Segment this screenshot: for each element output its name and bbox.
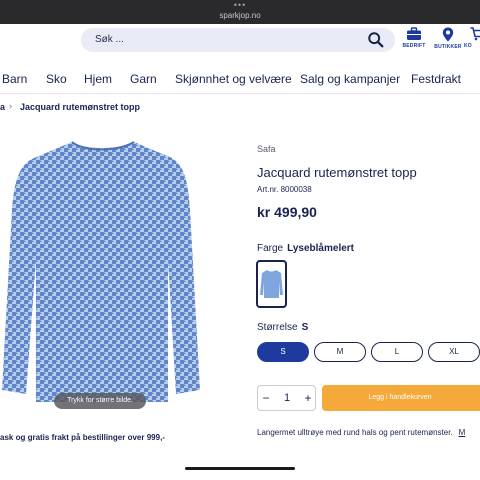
chevron-right-icon: › bbox=[9, 101, 12, 111]
breadcrumb-current: Jacquard rutemønstret topp bbox=[20, 102, 141, 112]
shipping-promo: ask og gratis frakt på bestillinger over… bbox=[0, 433, 165, 442]
header-cart-link[interactable]: KO bbox=[462, 27, 480, 49]
header-icon-label: KO bbox=[464, 43, 472, 49]
color-swatch-thumbnail bbox=[260, 270, 283, 298]
size-label: Størrelse S bbox=[257, 322, 308, 333]
header-icon-label: BUTIKKER bbox=[434, 44, 462, 50]
quantity-increase-button[interactable]: + bbox=[300, 386, 316, 410]
size-label-text: Størrelse bbox=[257, 322, 298, 333]
size-button-s[interactable]: S bbox=[257, 342, 309, 362]
nav-item-barn[interactable]: Barn bbox=[2, 72, 27, 86]
size-button-l[interactable]: L bbox=[371, 342, 423, 362]
product-brand[interactable]: Safa bbox=[257, 144, 276, 154]
nav-item-festdrakt[interactable]: Festdrakt bbox=[411, 72, 461, 86]
briefcase-icon bbox=[407, 27, 421, 40]
location-pin-icon bbox=[442, 27, 454, 42]
add-to-cart-button[interactable]: Legg i handlekurven bbox=[322, 385, 480, 411]
product-title: Jacquard rutemønstret topp bbox=[257, 165, 417, 180]
header-business-link[interactable]: BEDRIFT bbox=[397, 27, 431, 49]
browser-menu-dots[interactable]: ••• bbox=[0, 1, 480, 10]
breadcrumb-parent-link[interactable]: a bbox=[0, 102, 5, 112]
header-stores-link[interactable]: BUTIKKER bbox=[431, 27, 465, 50]
product-art-number: Art.nr. 8000038 bbox=[257, 185, 312, 194]
color-label: Farge Lyseblåmelert bbox=[257, 243, 354, 254]
product-description: Langermet ulltrøye med rund hals og pent… bbox=[257, 428, 465, 437]
product-description-text: Langermet ulltrøye med rund hals og pent… bbox=[257, 428, 453, 437]
search-bar[interactable]: Søk ... bbox=[81, 28, 395, 52]
search-input[interactable]: Søk ... bbox=[95, 34, 124, 45]
quantity-input[interactable]: 1 bbox=[274, 386, 300, 410]
bottom-area bbox=[0, 460, 480, 480]
nav-item-skjonnhet[interactable]: Skjønnhet og velvære bbox=[175, 72, 292, 86]
nav-item-sko[interactable]: Sko bbox=[46, 72, 67, 86]
nav-item-garn[interactable]: Garn bbox=[130, 72, 157, 86]
size-button-xl[interactable]: XL bbox=[428, 342, 480, 362]
size-button-m[interactable]: M bbox=[314, 342, 366, 362]
header-icon-label: BEDRIFT bbox=[402, 43, 426, 49]
search-icon[interactable] bbox=[367, 31, 385, 49]
enlarge-image-tooltip[interactable]: Trykk for større bilde. bbox=[54, 393, 146, 409]
cart-icon bbox=[470, 27, 480, 41]
browser-url[interactable]: sparkjop.no bbox=[0, 11, 480, 20]
browser-top-bar: ••• sparkjop.no bbox=[0, 0, 480, 24]
quantity-stepper: − 1 + bbox=[257, 385, 316, 411]
nav-item-hjem[interactable]: Hjem bbox=[84, 72, 112, 86]
product-price: kr 499,90 bbox=[257, 204, 317, 220]
color-swatch-selected[interactable] bbox=[256, 260, 287, 308]
category-nav: Barn Sko Hjem Garn Skjønnhet og velvære … bbox=[0, 66, 480, 94]
color-value: Lyseblåmelert bbox=[287, 243, 355, 254]
quantity-decrease-button[interactable]: − bbox=[258, 386, 274, 410]
product-image[interactable] bbox=[0, 140, 208, 410]
color-label-text: Farge bbox=[257, 243, 284, 254]
nav-item-salg[interactable]: Salg og kampanjer bbox=[300, 72, 400, 86]
size-value: S bbox=[301, 322, 309, 333]
description-more-link[interactable]: M bbox=[459, 428, 466, 437]
home-indicator[interactable] bbox=[185, 467, 295, 470]
